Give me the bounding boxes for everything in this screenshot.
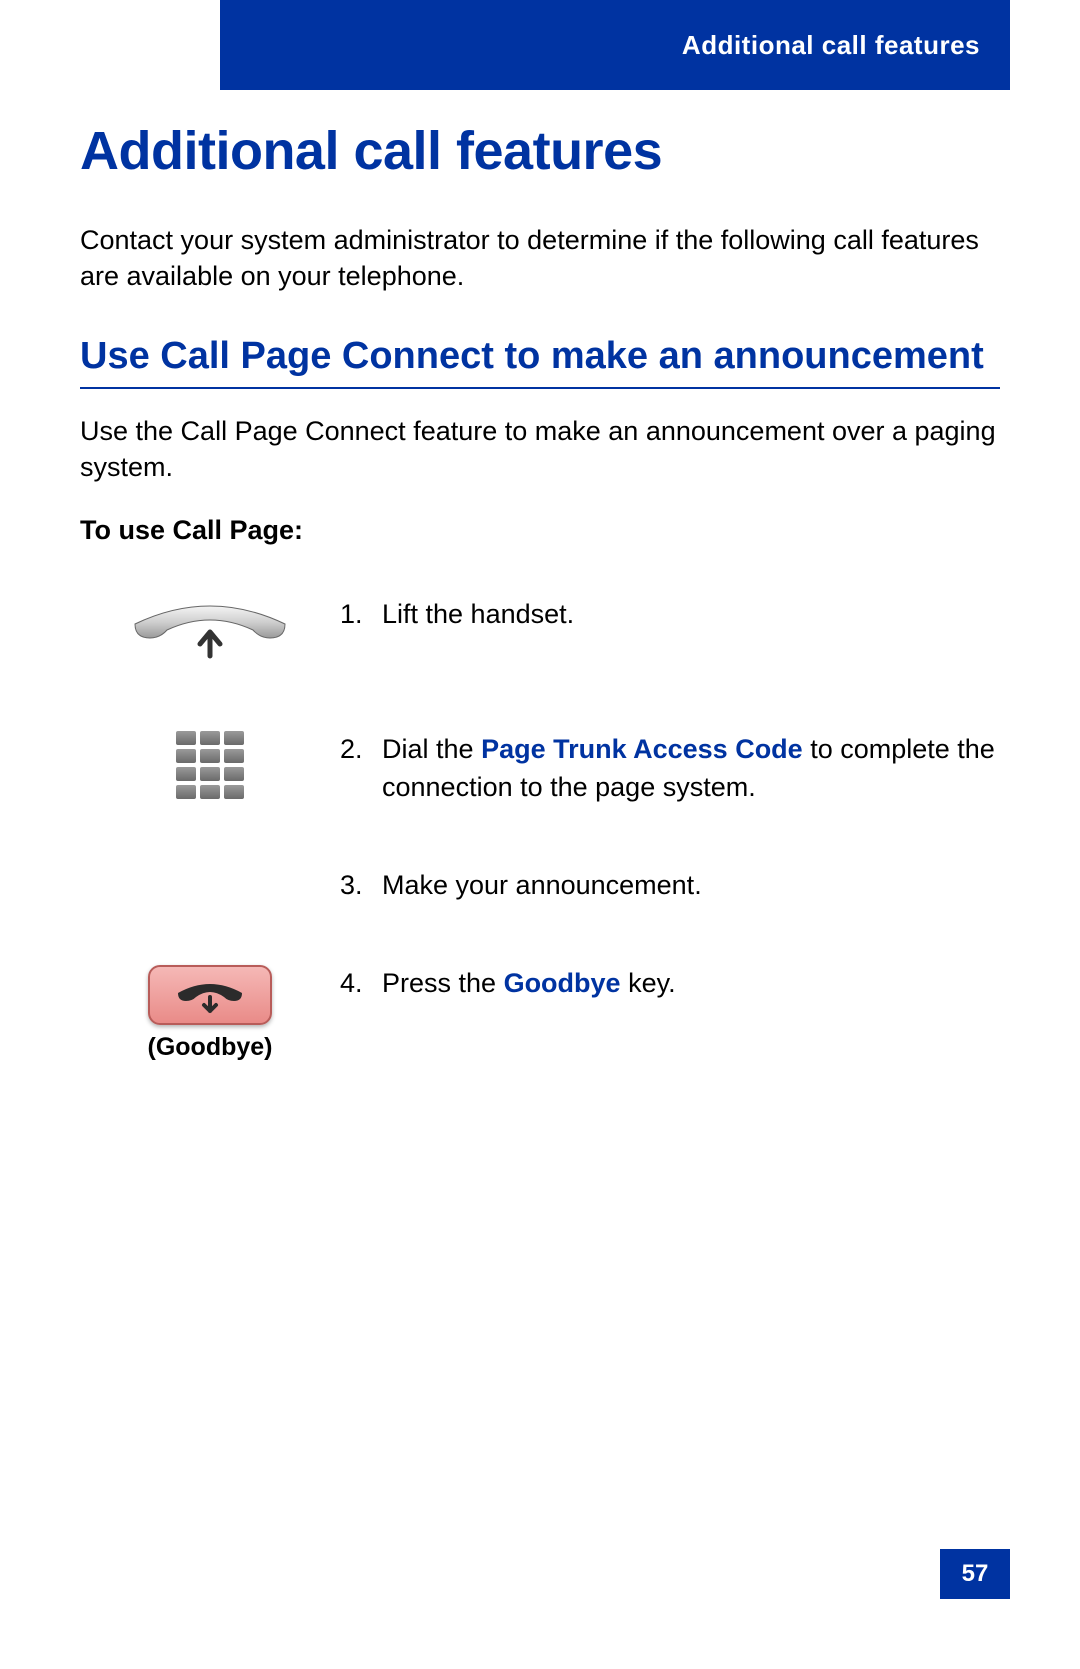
procedure-label: To use Call Page: — [80, 515, 1000, 546]
section-intro: Use the Call Page Connect feature to mak… — [80, 413, 1000, 486]
page-number: 57 — [940, 1549, 1010, 1599]
header-tab-label: Additional call features — [682, 30, 980, 61]
page-number-value: 57 — [962, 1560, 989, 1588]
step-4-body: Press the Goodbye key. — [382, 965, 1000, 1003]
step-3-num: 3. — [340, 867, 382, 905]
header-tab: Additional call features — [220, 0, 1010, 90]
step-row-4: (Goodbye) 4. Press the Goodbye key. — [80, 965, 1000, 1062]
step-4-text: 4. Press the Goodbye key. — [340, 965, 1000, 1003]
step-1-num: 1. — [340, 596, 382, 634]
step-4-pre: Press the — [382, 968, 504, 998]
step-1-icon-col — [80, 596, 340, 671]
step-2-body: Dial the Page Trunk Access Code to compl… — [382, 731, 1000, 807]
step-2-num: 2. — [340, 731, 382, 807]
step-2-text: 2. Dial the Page Trunk Access Code to co… — [340, 731, 1000, 807]
section-rule — [80, 387, 1000, 389]
step-4-num: 4. — [340, 965, 382, 1003]
step-row-3: 3. Make your announcement. — [80, 867, 1000, 905]
dial-keypad-icon — [176, 731, 244, 799]
step-4-icon-col: (Goodbye) — [80, 965, 340, 1062]
goodbye-key-icon — [148, 965, 272, 1025]
goodbye-caption: (Goodbye) — [148, 1033, 273, 1062]
step-4-post: key. — [621, 968, 676, 998]
step-2-pre: Dial the — [382, 734, 481, 764]
step-3-body: Make your announcement. — [382, 867, 1000, 905]
step-2-icon-col — [80, 731, 340, 799]
page-intro: Contact your system administrator to det… — [80, 222, 1000, 295]
step-1-body: Lift the handset. — [382, 596, 1000, 634]
page-trunk-access-code-link[interactable]: Page Trunk Access Code — [481, 734, 803, 764]
step-row-2: 2. Dial the Page Trunk Access Code to co… — [80, 731, 1000, 807]
section-title: Use Call Page Connect to make an announc… — [80, 335, 1000, 379]
page-title: Additional call features — [80, 120, 1000, 182]
step-1-text: 1. Lift the handset. — [340, 596, 1000, 634]
step-row-1: 1. Lift the handset. — [80, 596, 1000, 671]
lift-handset-icon — [125, 596, 295, 671]
goodbye-link[interactable]: Goodbye — [504, 968, 621, 998]
step-3-text: 3. Make your announcement. — [340, 867, 1000, 905]
page-content: Additional call features Contact your sy… — [80, 110, 1000, 1122]
